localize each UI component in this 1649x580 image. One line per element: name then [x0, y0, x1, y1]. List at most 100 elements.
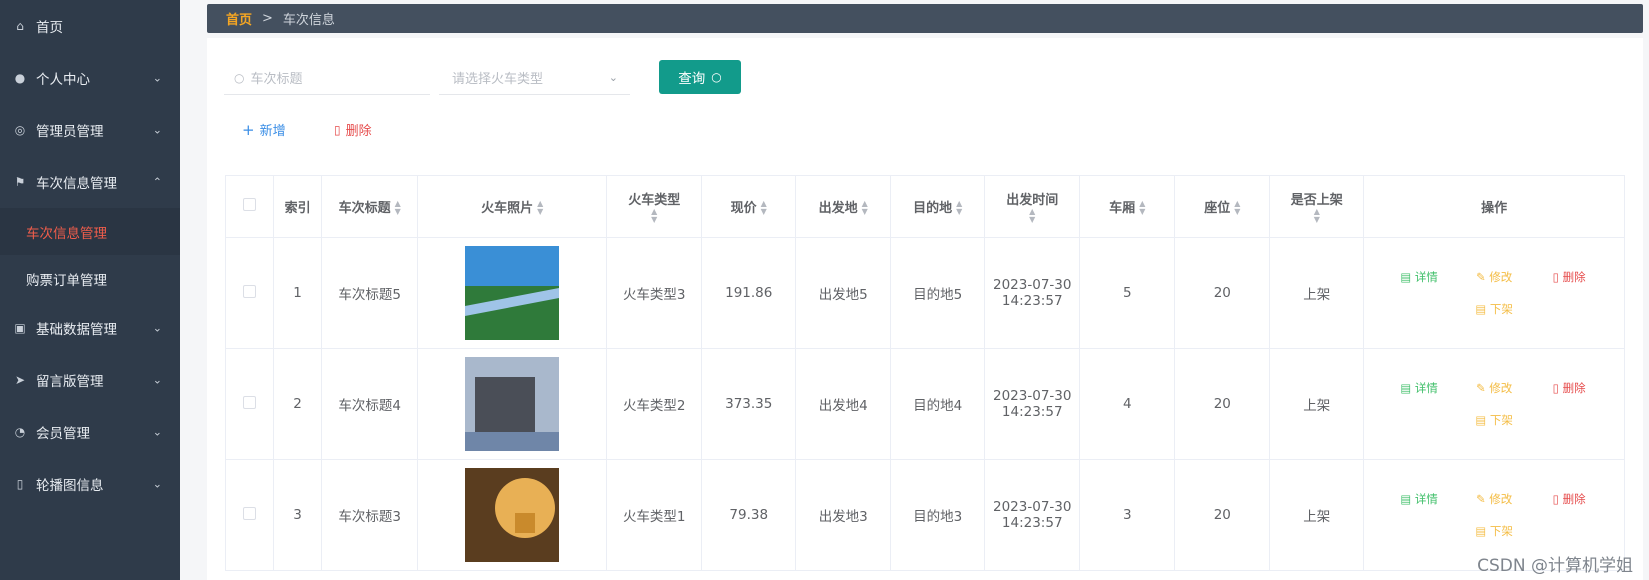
sidebar-item-admin-management[interactable]: ◎ 管理员管理 ⌄ — [0, 104, 180, 156]
ops-cell: ▤ 详情 ✎ 修改 ▯ 删除 ▤ 下架 — [1363, 237, 1625, 349]
photo-train — [515, 513, 536, 533]
column-header-onsale[interactable]: 是否上架 ▲ ▼ — [1269, 175, 1365, 238]
sidebar-item-label: 会员管理 — [36, 426, 90, 442]
select-all-cell — [224, 175, 275, 238]
breadcrumb-home-link[interactable]: 首页 — [226, 9, 252, 28]
take-down-button[interactable]: ▤ 下架 — [1457, 293, 1532, 325]
select-all-checkbox[interactable] — [243, 198, 257, 211]
mobile-icon: ▯ — [16, 477, 24, 491]
plus-icon: + — [242, 120, 255, 139]
sort-icon[interactable]: ▲ ▼ — [1139, 200, 1145, 216]
sidebar-item-basic-data[interactable]: ▣ 基础数据管理 ⌄ — [0, 302, 180, 354]
home-icon: ⌂ — [16, 19, 24, 33]
document-icon: ▤ — [1475, 302, 1490, 316]
train-photo[interactable] — [465, 357, 560, 451]
train-type-select[interactable]: 请选择火车类型 ⌄ — [439, 61, 630, 95]
submenu-item-ticket-orders[interactable]: 购票订单管理 — [0, 255, 180, 302]
detail-button[interactable]: ▤ 详情 — [1382, 372, 1457, 404]
breadcrumb: 首页 > 车次信息 — [207, 4, 1643, 33]
type-cell: 火车类型2 — [606, 348, 703, 460]
time-cell: 2023-07-30 14:23:57 — [984, 237, 1081, 349]
row-checkbox[interactable] — [243, 284, 257, 298]
sidebar-item-train-info-management[interactable]: ⚑ 车次信息管理 ⌃ — [0, 156, 180, 208]
search-placeholder: 车次标题 — [250, 72, 303, 87]
delete-label: 删除 — [1562, 270, 1586, 284]
clipboard-icon: ▣ — [14, 321, 26, 335]
batch-delete-button[interactable]: ▯ 删除 — [334, 120, 372, 140]
trash-icon: ▯ — [1552, 270, 1563, 284]
sort-icon[interactable]: ▲ ▼ — [862, 200, 868, 216]
sidebar-item-label: 首页 — [36, 20, 63, 36]
column-header-time[interactable]: 出发时间 ▲ ▼ — [984, 175, 1081, 238]
sidebar-item-personal-center[interactable]: ● 个人中心 ⌄ — [0, 52, 180, 104]
take-down-button[interactable]: ▤ 下架 — [1457, 404, 1532, 436]
car-cell: 4 — [1079, 348, 1176, 460]
column-header-photo[interactable]: 火车照片 ▲ ▼ — [417, 175, 608, 238]
edit-button[interactable]: ✎ 修改 — [1457, 261, 1532, 293]
sort-icon[interactable]: ▲ ▼ — [1314, 208, 1320, 224]
header-label: 车厢 — [1109, 200, 1136, 216]
index-cell: 3 — [273, 459, 323, 571]
photo-cell — [417, 348, 608, 460]
add-button[interactable]: + 新增 — [242, 120, 286, 140]
send-icon: ➤ — [14, 373, 26, 387]
title-cell: 车次标题4 — [321, 348, 419, 460]
row-select-cell — [224, 237, 275, 349]
add-button-label: 新增 — [259, 124, 286, 139]
header-label: 操作 — [1481, 201, 1508, 216]
row-checkbox[interactable] — [243, 395, 257, 409]
row-select-cell — [224, 348, 275, 460]
sort-icon[interactable]: ▲ ▼ — [395, 200, 401, 216]
edit-button[interactable]: ✎ 修改 — [1457, 483, 1532, 515]
query-button[interactable]: 查询 ○ — [659, 60, 741, 94]
detail-button[interactable]: ▤ 详情 — [1382, 261, 1457, 293]
train-title-search-input[interactable]: ○ 车次标题 — [224, 61, 430, 95]
sort-icon[interactable]: ▲ ▼ — [1234, 200, 1240, 216]
train-photo[interactable] — [465, 468, 560, 562]
trash-icon: ▯ — [1552, 381, 1563, 395]
sort-icon[interactable]: ▲ ▼ — [956, 200, 962, 216]
header-label: 现价 — [730, 200, 757, 216]
train-photo[interactable] — [465, 246, 560, 340]
column-header-type[interactable]: 火车类型 ▲ ▼ — [606, 175, 703, 238]
row-checkbox[interactable] — [243, 506, 257, 520]
pencil-icon: ✎ — [1475, 381, 1490, 395]
csdn-watermark: CSDN @计算机学姐 — [1477, 556, 1633, 576]
time-cell: 2023-07-30 14:23:57 — [984, 348, 1081, 460]
delete-row-button[interactable]: ▯ 删除 — [1532, 261, 1607, 293]
sidebar-item-carousel[interactable]: ▯ 轮播图信息 ⌄ — [0, 458, 180, 510]
detail-label: 详情 — [1414, 492, 1438, 506]
column-header-from[interactable]: 出发地 ▲ ▼ — [795, 175, 892, 238]
edit-button[interactable]: ✎ 修改 — [1457, 372, 1532, 404]
time-clock: 14:23:57 — [1001, 293, 1063, 309]
column-header-to[interactable]: 目的地 ▲ ▼ — [890, 175, 986, 238]
detail-label: 详情 — [1414, 270, 1438, 284]
time-cell: 2023-07-30 14:23:57 — [984, 459, 1081, 571]
photo-ground — [465, 432, 560, 451]
sidebar-item-message-board[interactable]: ➤ 留言版管理 ⌄ — [0, 354, 180, 406]
sort-icon[interactable]: ▲ ▼ — [1029, 208, 1035, 224]
index-cell: 2 — [273, 348, 323, 460]
column-header-car[interactable]: 车厢 ▲ ▼ — [1079, 175, 1176, 238]
delete-row-button[interactable]: ▯ 删除 — [1532, 483, 1607, 515]
price-cell: 373.35 — [701, 348, 797, 460]
sort-icon[interactable]: ▲ ▼ — [651, 208, 657, 224]
column-header-price[interactable]: 现价 ▲ ▼ — [701, 175, 797, 238]
delete-row-button[interactable]: ▯ 删除 — [1532, 372, 1607, 404]
time-clock: 14:23:57 — [1001, 404, 1063, 420]
column-header-title[interactable]: 车次标题 ▲ ▼ — [321, 175, 419, 238]
take-down-button[interactable]: ▤ 下架 — [1457, 515, 1532, 547]
compass-icon: ◎ — [14, 123, 26, 137]
submenu-item-train-info[interactable]: 车次信息管理 — [0, 208, 180, 255]
chevron-down-icon: ⌄ — [608, 71, 618, 84]
sort-icon[interactable]: ▲ ▼ — [537, 200, 543, 216]
seat-cell: 20 — [1174, 237, 1271, 349]
photo-train — [475, 377, 536, 432]
sidebar-item-member-management[interactable]: ◔ 会员管理 ⌄ — [0, 406, 180, 458]
sort-icon[interactable]: ▲ ▼ — [761, 200, 767, 216]
detail-button[interactable]: ▤ 详情 — [1382, 483, 1457, 515]
sidebar-item-home[interactable]: ⌂ 首页 — [0, 0, 180, 52]
column-header-seat[interactable]: 座位 ▲ ▼ — [1174, 175, 1271, 238]
car-cell: 5 — [1079, 237, 1176, 349]
time-date: 2023-07-30 — [993, 499, 1072, 515]
